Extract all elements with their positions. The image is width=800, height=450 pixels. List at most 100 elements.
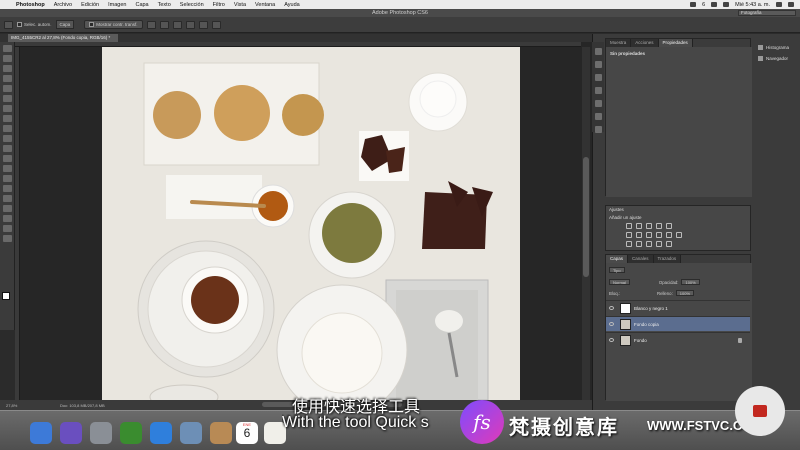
menu-ventana[interactable]: Ventana [255,2,275,8]
invert-icon[interactable] [626,241,632,247]
notification-center-icon[interactable] [788,2,794,7]
align-bottom-icon[interactable] [172,20,182,29]
vertical-scrollbar[interactable] [582,47,590,400]
hue-saturation-icon[interactable] [626,232,632,238]
auto-select-checkbox[interactable] [17,22,22,28]
black-white-icon[interactable] [646,232,652,238]
menu-vista[interactable]: Vista [234,2,246,8]
move-tool-preset-button[interactable] [4,20,13,29]
launchpad-icon[interactable] [90,422,112,444]
brightness-contrast-icon[interactable] [626,223,632,229]
exposure-icon[interactable] [656,223,662,229]
mission-control-icon[interactable] [120,422,142,444]
align-center-icon[interactable] [198,20,208,29]
character-icon[interactable] [594,74,602,81]
marquee-tool-icon[interactable] [2,55,12,62]
menu-filtro[interactable]: Filtro [213,2,225,8]
menu-texto[interactable]: Texto [158,2,171,8]
gradient-map-icon[interactable] [656,241,662,247]
safari-icon[interactable] [150,422,172,444]
show-transform-checkbox[interactable] [89,22,95,28]
siri-icon[interactable] [60,422,82,444]
channel-mixer-icon[interactable] [666,232,672,238]
layer-row[interactable]: Blanco y negro 1 [606,300,750,315]
auto-select-target-dropdown[interactable]: Capa [55,20,75,29]
path-selection-tool-icon[interactable] [2,205,12,212]
visibility-eye-icon[interactable] [609,306,614,310]
history-icon[interactable] [594,61,602,68]
calendar-icon[interactable]: ENE 6 [236,422,258,444]
tab-canales[interactable]: Canales [628,255,654,263]
document-tab[interactable]: IMG_4155CR2 al 27,8% (Fondo copia, RGB/1… [8,34,118,42]
levels-icon[interactable] [636,223,642,229]
lasso-tool-icon[interactable] [2,65,12,72]
brush-presets-icon[interactable] [594,100,602,107]
volume-icon[interactable] [723,2,730,7]
tool-presets-icon[interactable] [594,113,602,120]
workspace-switcher[interactable]: Fotografía [738,10,796,16]
visibility-eye-icon[interactable] [609,338,614,342]
navigator-panel-button[interactable]: Navegador [756,53,800,64]
dodge-tool-icon[interactable] [2,175,12,182]
tab-capas[interactable]: Capas [606,255,629,263]
contacts-icon[interactable] [210,422,232,444]
menubar-clock[interactable]: Mié 5:43 a. m. [735,2,770,8]
menu-archivo[interactable]: Archivo [54,2,72,8]
histogram-panel-button[interactable]: Histograma [756,42,800,53]
menu-app-photoshop[interactable]: Photoshop [16,2,45,8]
status-menu-icon[interactable] [690,2,697,7]
history-brush-tool-icon[interactable] [2,135,12,142]
blend-mode-dropdown[interactable]: Normal [609,279,630,285]
wifi-icon[interactable] [711,2,718,7]
hand-tool-icon[interactable] [2,225,12,232]
align-middle-icon[interactable] [159,20,169,29]
layer-kind-filter[interactable]: Tipo [609,267,625,273]
selective-color-icon[interactable] [666,241,672,247]
menu-ayuda[interactable]: Ayuda [284,2,300,8]
finder-icon[interactable] [30,422,52,444]
vertical-scroll-thumb[interactable] [583,157,589,277]
show-transform-option[interactable]: Mostrar contr. transf. [84,19,143,30]
menu-seleccion[interactable]: Selección [180,2,204,8]
menu-imagen[interactable]: Imagen [108,2,126,8]
threshold-icon[interactable] [646,241,652,247]
type-tool-icon[interactable] [2,195,12,202]
shape-tool-icon[interactable] [2,215,12,222]
quick-selection-tool-icon[interactable] [2,75,12,82]
spotlight-search-icon[interactable] [776,2,782,7]
healing-brush-tool-icon[interactable] [2,105,12,112]
layer-row[interactable]: Fondo [606,332,750,347]
document-canvas[interactable] [102,47,520,400]
document-size[interactable]: Doc: 103,8 MB/207,8 MB [60,403,105,408]
clone-source-icon[interactable] [594,126,602,133]
menu-edicion[interactable]: Edición [81,2,99,8]
tab-muestra[interactable]: Muestra [606,39,632,47]
gradient-tool-icon[interactable] [2,155,12,162]
align-right-icon[interactable] [211,20,221,29]
eyedropper-tool-icon[interactable] [2,95,12,102]
blur-tool-icon[interactable] [2,165,12,172]
eraser-tool-icon[interactable] [2,145,12,152]
tab-propiedades[interactable]: Propiedades [658,39,693,47]
menu-capa[interactable]: Capa [135,2,148,8]
fill-field[interactable]: 100% [675,290,694,296]
color-lookup-icon[interactable] [676,232,682,238]
vibrance-icon[interactable] [666,223,672,229]
properties-icon[interactable] [594,48,602,55]
clone-stamp-tool-icon[interactable] [2,125,12,132]
align-top-icon[interactable] [146,20,156,29]
photo-filter-icon[interactable] [656,232,662,238]
align-left-icon[interactable] [185,20,195,29]
opacity-field[interactable]: 100% [681,279,700,285]
color-balance-icon[interactable] [636,232,642,238]
tab-acciones[interactable]: Acciones [631,39,659,47]
curves-icon[interactable] [646,223,652,229]
zoom-tool-icon[interactable] [2,235,12,242]
pen-tool-icon[interactable] [2,185,12,192]
tab-trazados[interactable]: Trazados [653,255,682,263]
visibility-eye-icon[interactable] [609,322,614,326]
posterize-icon[interactable] [636,241,642,247]
move-tool-icon[interactable] [2,45,12,52]
zoom-level[interactable]: 27,8% [6,403,17,408]
mail-icon[interactable] [180,422,202,444]
